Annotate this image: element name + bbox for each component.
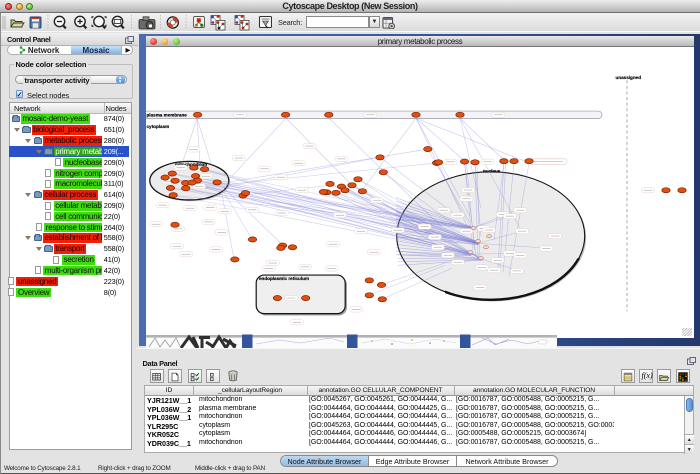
svg-text:plasma membrane: plasma membrane [147,113,187,118]
svg-text:cytoplasm: cytoplasm [147,124,170,129]
svg-text:unassigned: unassigned [616,75,642,80]
svg-text:endoplasmic reticulum: endoplasmic reticulum [259,276,309,281]
svg-text:nucleus: nucleus [483,169,500,174]
